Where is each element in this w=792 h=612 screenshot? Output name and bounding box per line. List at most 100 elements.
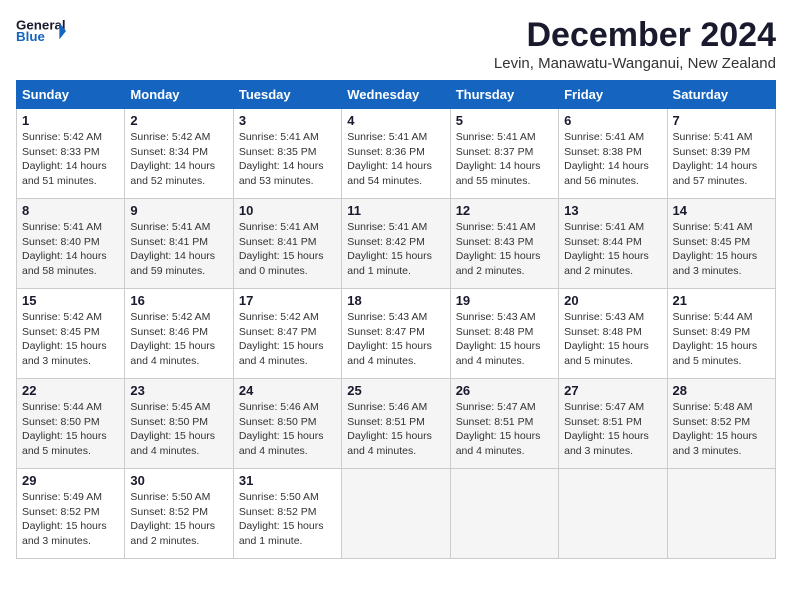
day-info: Sunrise: 5:43 AMSunset: 8:47 PMDaylight:…: [347, 310, 444, 369]
day-cell-18: 18 Sunrise: 5:43 AMSunset: 8:47 PMDayligh…: [342, 289, 450, 379]
day-cell-16: 16 Sunrise: 5:42 AMSunset: 8:46 PMDayligh…: [125, 289, 233, 379]
day-info: Sunrise: 5:41 AMSunset: 8:44 PMDaylight:…: [564, 220, 661, 279]
weekday-header-tuesday: Tuesday: [233, 81, 341, 109]
day-info: Sunrise: 5:44 AMSunset: 8:50 PMDaylight:…: [22, 400, 119, 459]
day-number: 1: [22, 113, 119, 128]
day-cell-3: 3Sunrise: 5:41 AMSunset: 8:35 PMDaylight…: [233, 109, 341, 199]
day-cell-1: 1 Sunrise: 5:42 AMSunset: 8:33 PMDaylight…: [17, 109, 125, 199]
day-cell-6: 6 Sunrise: 5:41 AMSunset: 8:38 PMDaylight…: [559, 109, 667, 199]
header: General Blue December 2024 Levin, Manawa…: [16, 16, 776, 72]
day-info: Sunrise: 5:43 AMSunset: 8:48 PMDaylight:…: [456, 310, 553, 369]
week-row-1: 1 Sunrise: 5:42 AMSunset: 8:33 PMDaylight…: [17, 109, 776, 199]
day-number: 16: [130, 293, 227, 308]
logo: General Blue: [16, 16, 66, 46]
calendar-table: SundayMondayTuesdayWednesdayThursdayFrid…: [16, 80, 776, 559]
weekday-header-thursday: Thursday: [450, 81, 558, 109]
day-number: 9: [130, 203, 227, 218]
day-number: 27: [564, 383, 661, 398]
day-info: Sunrise: 5:42 AMSunset: 8:33 PMDaylight:…: [22, 130, 119, 189]
day-info: Sunrise: 5:41 AMSunset: 8:37 PMDaylight:…: [456, 130, 553, 189]
day-cell-24: 24Sunrise: 5:46 AMSunset: 8:50 PMDayligh…: [233, 379, 341, 469]
day-number: 31: [239, 473, 336, 488]
day-info: Sunrise: 5:41 AMSunset: 8:38 PMDaylight:…: [564, 130, 661, 189]
day-number: 29: [22, 473, 119, 488]
day-cell-9: 9 Sunrise: 5:41 AMSunset: 8:41 PMDaylight…: [125, 199, 233, 289]
weekday-header-row: SundayMondayTuesdayWednesdayThursdayFrid…: [17, 81, 776, 109]
day-number: 2: [130, 113, 227, 128]
day-number: 5: [456, 113, 553, 128]
day-info: Sunrise: 5:50 AMSunset: 8:52 PMDaylight:…: [130, 490, 227, 549]
day-info: Sunrise: 5:47 AMSunset: 8:51 PMDaylight:…: [456, 400, 553, 459]
day-cell-2: 2Sunrise: 5:42 AMSunset: 8:34 PMDaylight…: [125, 109, 233, 199]
weekday-header-wednesday: Wednesday: [342, 81, 450, 109]
day-number: 19: [456, 293, 553, 308]
day-number: 6: [564, 113, 661, 128]
day-info: Sunrise: 5:49 AMSunset: 8:52 PMDaylight:…: [22, 490, 119, 549]
day-number: 8: [22, 203, 119, 218]
day-info: Sunrise: 5:41 AMSunset: 8:40 PMDaylight:…: [22, 220, 119, 279]
day-number: 15: [22, 293, 119, 308]
day-info: Sunrise: 5:42 AMSunset: 8:45 PMDaylight:…: [22, 310, 119, 369]
day-cell-8: 8 Sunrise: 5:41 AMSunset: 8:40 PMDaylight…: [17, 199, 125, 289]
day-cell-20: 20Sunrise: 5:43 AMSunset: 8:48 PMDayligh…: [559, 289, 667, 379]
day-number: 17: [239, 293, 336, 308]
day-cell-26: 26 Sunrise: 5:47 AMSunset: 8:51 PMDayligh…: [450, 379, 558, 469]
day-cell-21: 21Sunrise: 5:44 AMSunset: 8:49 PMDayligh…: [667, 289, 775, 379]
day-cell-5: 5 Sunrise: 5:41 AMSunset: 8:37 PMDaylight…: [450, 109, 558, 199]
day-cell-12: 12Sunrise: 5:41 AMSunset: 8:43 PMDayligh…: [450, 199, 558, 289]
day-info: Sunrise: 5:42 AMSunset: 8:47 PMDaylight:…: [239, 310, 336, 369]
day-info: Sunrise: 5:41 AMSunset: 8:41 PMDaylight:…: [130, 220, 227, 279]
day-number: 28: [673, 383, 770, 398]
day-cell-28: 28 Sunrise: 5:48 AMSunset: 8:52 PMDayligh…: [667, 379, 775, 469]
day-number: 22: [22, 383, 119, 398]
day-number: 30: [130, 473, 227, 488]
weekday-header-saturday: Saturday: [667, 81, 775, 109]
month-title: December 2024: [494, 16, 776, 55]
day-info: Sunrise: 5:41 AMSunset: 8:41 PMDaylight:…: [239, 220, 336, 279]
day-number: 26: [456, 383, 553, 398]
empty-cell: [450, 469, 558, 559]
week-row-5: 29 Sunrise: 5:49 AMSunset: 8:52 PMDayligh…: [17, 469, 776, 559]
day-cell-23: 23Sunrise: 5:45 AMSunset: 8:50 PMDayligh…: [125, 379, 233, 469]
empty-cell: [667, 469, 775, 559]
day-cell-11: 11 Sunrise: 5:41 AMSunset: 8:42 PMDayligh…: [342, 199, 450, 289]
empty-cell: [559, 469, 667, 559]
day-info: Sunrise: 5:41 AMSunset: 8:43 PMDaylight:…: [456, 220, 553, 279]
day-info: Sunrise: 5:47 AMSunset: 8:51 PMDaylight:…: [564, 400, 661, 459]
day-info: Sunrise: 5:50 AMSunset: 8:52 PMDaylight:…: [239, 490, 336, 549]
weekday-header-monday: Monday: [125, 81, 233, 109]
day-cell-14: 14Sunrise: 5:41 AMSunset: 8:45 PMDayligh…: [667, 199, 775, 289]
day-info: Sunrise: 5:45 AMSunset: 8:50 PMDaylight:…: [130, 400, 227, 459]
day-cell-7: 7Sunrise: 5:41 AMSunset: 8:39 PMDaylight…: [667, 109, 775, 199]
day-number: 18: [347, 293, 444, 308]
day-info: Sunrise: 5:43 AMSunset: 8:48 PMDaylight:…: [564, 310, 661, 369]
day-number: 10: [239, 203, 336, 218]
svg-text:Blue: Blue: [16, 29, 45, 44]
day-cell-10: 10 Sunrise: 5:41 AMSunset: 8:41 PMDayligh…: [233, 199, 341, 289]
day-info: Sunrise: 5:48 AMSunset: 8:52 PMDaylight:…: [673, 400, 770, 459]
day-number: 13: [564, 203, 661, 218]
day-info: Sunrise: 5:41 AMSunset: 8:42 PMDaylight:…: [347, 220, 444, 279]
weekday-header-friday: Friday: [559, 81, 667, 109]
weekday-header-sunday: Sunday: [17, 81, 125, 109]
day-cell-29: 29 Sunrise: 5:49 AMSunset: 8:52 PMDayligh…: [17, 469, 125, 559]
day-number: 3: [239, 113, 336, 128]
week-row-3: 15 Sunrise: 5:42 AMSunset: 8:45 PMDayligh…: [17, 289, 776, 379]
day-cell-17: 17 Sunrise: 5:42 AMSunset: 8:47 PMDayligh…: [233, 289, 341, 379]
day-info: Sunrise: 5:42 AMSunset: 8:46 PMDaylight:…: [130, 310, 227, 369]
day-cell-19: 19 Sunrise: 5:43 AMSunset: 8:48 PMDayligh…: [450, 289, 558, 379]
day-info: Sunrise: 5:44 AMSunset: 8:49 PMDaylight:…: [673, 310, 770, 369]
week-row-4: 22 Sunrise: 5:44 AMSunset: 8:50 PMDayligh…: [17, 379, 776, 469]
week-row-2: 8 Sunrise: 5:41 AMSunset: 8:40 PMDaylight…: [17, 199, 776, 289]
location-title: Levin, Manawatu-Wanganui, New Zealand: [494, 55, 776, 72]
day-info: Sunrise: 5:46 AMSunset: 8:51 PMDaylight:…: [347, 400, 444, 459]
day-info: Sunrise: 5:46 AMSunset: 8:50 PMDaylight:…: [239, 400, 336, 459]
day-number: 7: [673, 113, 770, 128]
day-number: 25: [347, 383, 444, 398]
day-cell-27: 27 Sunrise: 5:47 AMSunset: 8:51 PMDayligh…: [559, 379, 667, 469]
day-cell-25: 25 Sunrise: 5:46 AMSunset: 8:51 PMDayligh…: [342, 379, 450, 469]
title-block: December 2024 Levin, Manawatu-Wanganui, …: [494, 16, 776, 72]
day-number: 11: [347, 203, 444, 218]
day-cell-15: 15 Sunrise: 5:42 AMSunset: 8:45 PMDayligh…: [17, 289, 125, 379]
logo-svg: General Blue: [16, 16, 66, 46]
